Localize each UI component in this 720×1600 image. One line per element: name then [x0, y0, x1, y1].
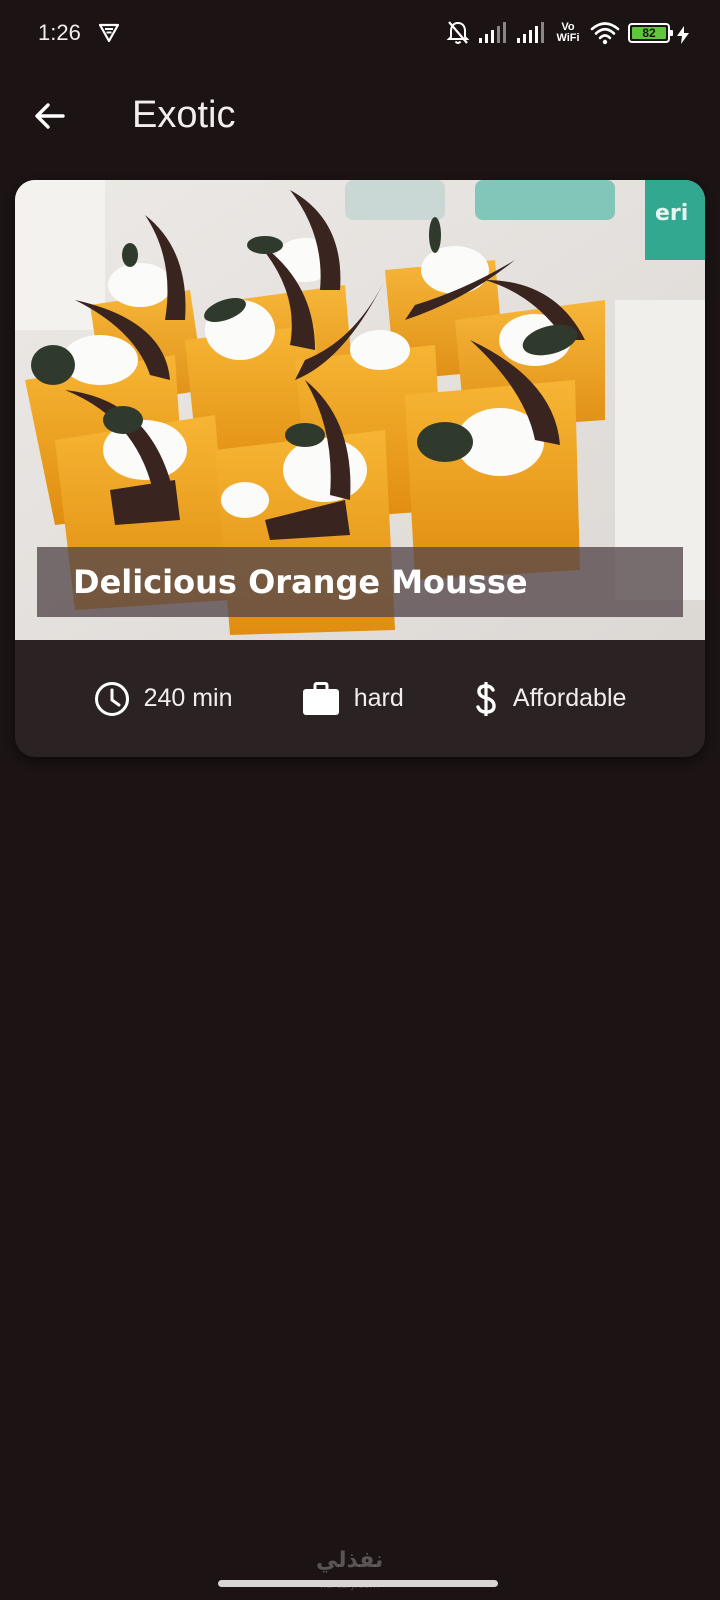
- signal-icon: [516, 22, 546, 44]
- status-bar: 1:26 Vo WiFi 82: [0, 0, 720, 68]
- arrow-back-icon: [35, 103, 65, 129]
- affordability-text: Affordable: [512, 684, 627, 712]
- status-icons: Vo WiFi 82: [446, 18, 689, 48]
- meal-title-overlay: Delicious Orange Mousse: [37, 547, 683, 617]
- status-time: 1:26: [38, 20, 81, 45]
- watermark: نفذلي: [316, 1548, 384, 1573]
- meal-image: eri Delicious Orange Mousse: [15, 180, 705, 640]
- vowifi-indicator: Vo WiFi: [554, 22, 582, 44]
- meal-card[interactable]: eri Delicious Orange Mousse 240 min hard…: [15, 180, 705, 757]
- meal-title: Delicious Orange Mousse: [73, 563, 528, 601]
- home-indicator[interactable]: [218, 1580, 498, 1587]
- attach-money-icon: [476, 681, 496, 716]
- complexity-text: hard: [353, 684, 404, 712]
- duration-info: 240 min: [94, 681, 233, 717]
- back-button[interactable]: [26, 92, 74, 140]
- svg-text:eri: eri: [655, 201, 688, 226]
- page-title: Exotic: [132, 94, 236, 136]
- duration-text: 240 min: [143, 684, 233, 712]
- vowifi-bottom: WiFi: [556, 32, 580, 44]
- complexity-info: hard: [302, 681, 404, 716]
- schedule-icon: [94, 681, 129, 716]
- charging-icon: [676, 26, 690, 44]
- affordability-info: Affordable: [473, 681, 627, 717]
- battery-icon: 82: [628, 23, 689, 44]
- app-bar: Exotic: [0, 70, 720, 160]
- battery-level: 82: [632, 26, 666, 40]
- work-icon: [302, 681, 339, 715]
- wifi-icon: [590, 21, 620, 45]
- meal-info-row: 240 min hard Affordable: [15, 640, 705, 757]
- silent-bell-icon: [446, 20, 470, 46]
- vpn-icon: [98, 22, 120, 44]
- signal-icon: [478, 22, 508, 44]
